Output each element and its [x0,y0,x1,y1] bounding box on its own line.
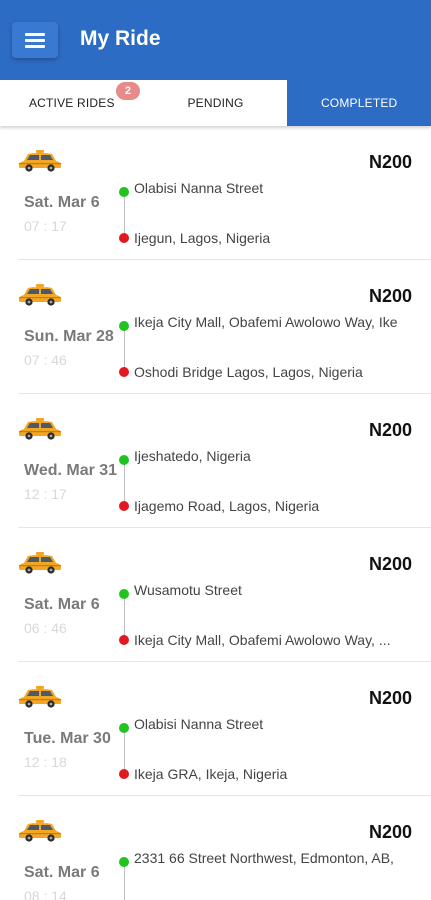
pickup-address: Olabisi Nanna Street [134,716,264,732]
tab-label: PENDING [187,96,244,110]
ride-card[interactable]: N200 Sun. Mar 28 07 : 46 Ikeja City Mall… [18,260,431,394]
taxi-icon [19,686,61,708]
taxi-icon [19,552,61,574]
taxi-icon [19,150,61,172]
ride-time: 12 : 18 [24,754,67,770]
dropoff-dot-icon [119,501,129,511]
ride-date: Sat. Mar 6 [24,194,100,211]
ride-tabs: ACTIVE RIDES 2 PENDING COMPLETED [0,80,431,126]
dropoff-dot-icon [119,769,129,779]
ride-date: Sat. Mar 6 [24,864,100,881]
ride-price: N200 [368,554,412,574]
taxi-icon [19,284,61,306]
ride-price: N200 [368,822,412,842]
pickup-dot-icon [119,589,129,599]
page-title: My Ride [80,27,161,50]
dropoff-address: Ikeja City Mall, Obafemi Awolowo Way, ..… [134,632,391,648]
pickup-dot-icon [119,455,129,465]
ride-time: 08 : 14 [24,888,67,900]
route-line [124,326,125,370]
taxi-icon [19,820,61,842]
ride-time: 06 : 46 [24,620,67,636]
ride-price: N200 [368,688,412,708]
tab-label: COMPLETED [320,96,398,110]
tab-label: ACTIVE RIDES [28,96,115,110]
dropoff-address: Ijagemo Road, Lagos, Nigeria [134,498,320,514]
ride-time: 07 : 46 [24,352,67,368]
dropoff-address: Ikeja GRA, Ikeja, Nigeria [134,766,288,782]
dropoff-dot-icon [119,233,129,243]
pickup-dot-icon [119,321,129,331]
ride-list: N200 Sat. Mar 6 07 : 17 Olabisi Nanna St… [0,126,431,900]
pickup-dot-icon [119,187,129,197]
pickup-address: Wusamotu Street [134,582,242,598]
route-line [124,862,125,900]
dropoff-address: Oshodi Bridge Lagos, Lagos, Nigeria [134,364,363,380]
ride-date: Sat. Mar 6 [24,596,100,613]
ride-card[interactable]: N200 Sat. Mar 6 06 : 46 Wusamotu Street … [18,528,431,662]
menu-button[interactable] [12,22,58,58]
tab-completed[interactable]: COMPLETED [287,80,431,126]
tab-pending[interactable]: PENDING [144,80,288,126]
taxi-icon [19,418,61,440]
pickup-address: 2331 66 Street Northwest, Edmonton, AB, [134,850,394,866]
menu-icon [25,33,45,48]
pickup-address: Olabisi Nanna Street [134,180,264,196]
route-line [124,728,125,772]
ride-card[interactable]: N200 Sat. Mar 6 07 : 17 Olabisi Nanna St… [18,126,431,260]
dropoff-dot-icon [119,635,129,645]
pickup-address: Ijeshatedo, Nigeria [134,448,251,464]
ride-date: Wed. Mar 31 [24,462,118,479]
dropoff-dot-icon [119,367,129,377]
ride-card[interactable]: N200 Wed. Mar 31 12 : 17 Ijeshatedo, Nig… [18,394,431,528]
ride-card[interactable]: N200 Sat. Mar 6 08 : 14 2331 66 Street N… [18,796,431,900]
route-line [124,192,125,236]
ride-price: N200 [368,152,412,172]
route-line [124,460,125,504]
ride-date: Sun. Mar 28 [24,328,114,345]
notification-badge: 2 [116,82,140,100]
ride-date: Tue. Mar 30 [24,730,111,747]
ride-time: 07 : 17 [24,218,67,234]
dropoff-address: Ijegun, Lagos, Nigeria [134,230,271,246]
route-line [124,594,125,638]
pickup-dot-icon [119,857,129,867]
ride-price: N200 [368,286,412,306]
ride-time: 12 : 17 [24,486,67,502]
app-bar: My Ride [0,0,431,80]
ride-price: N200 [368,420,412,440]
pickup-dot-icon [119,723,129,733]
tab-active-rides[interactable]: ACTIVE RIDES 2 [0,80,144,126]
ride-card[interactable]: N200 Tue. Mar 30 12 : 18 Olabisi Nanna S… [18,662,431,796]
pickup-address: Ikeja City Mall, Obafemi Awolowo Way, Ik… [134,314,398,330]
